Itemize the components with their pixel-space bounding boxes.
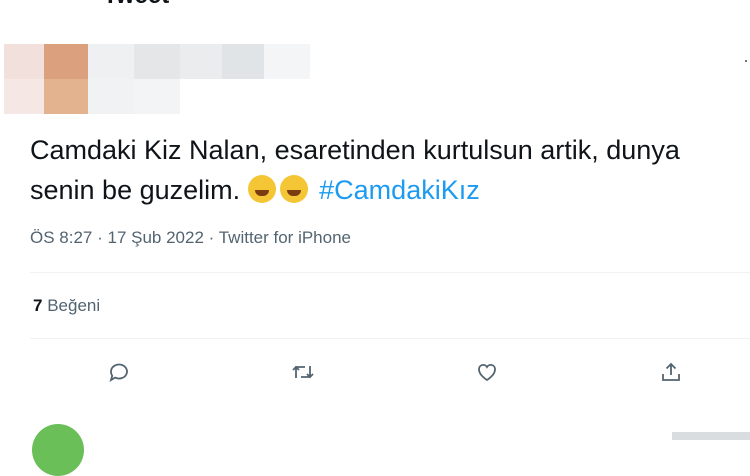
like-icon[interactable] xyxy=(471,356,503,388)
tweet-date[interactable]: 17 Şub 2022 xyxy=(107,228,203,247)
top-bar: ← Tweet xyxy=(0,0,750,10)
tweet-time[interactable]: ÖS 8:27 xyxy=(30,228,92,247)
back-arrow-icon[interactable]: ← xyxy=(28,0,48,7)
hashtag-link[interactable]: #CamdakiKız xyxy=(319,175,480,205)
tweet-line-1: Camdaki Kiz Nalan, esaretinden kurtulsun… xyxy=(30,135,680,165)
likes-label: Beğeni xyxy=(42,296,101,315)
tweet-source[interactable]: Twitter for iPhone xyxy=(219,228,351,247)
tweet-meta: ÖS 8:27 · 17 Şub 2022 · Twitter for iPho… xyxy=(30,228,351,248)
divider xyxy=(30,338,750,339)
author-avatar-blurred[interactable] xyxy=(4,44,310,114)
retweet-icon[interactable] xyxy=(287,356,319,388)
next-reply-avatar[interactable] xyxy=(32,424,84,476)
meta-separator: · xyxy=(92,228,108,247)
reply-icon[interactable] xyxy=(103,356,135,388)
page-title: Tweet xyxy=(103,0,169,10)
share-icon[interactable] xyxy=(655,356,687,388)
tweet-line-2: senin be guzelim. xyxy=(30,175,241,205)
tweet-text: Camdaki Kiz Nalan, esaretinden kurtulsun… xyxy=(30,130,750,210)
laughing-emoji-icon xyxy=(279,175,308,203)
tweet-actions xyxy=(0,356,750,388)
laughing-emoji-icon xyxy=(247,175,276,203)
tweet-line-2-wrap: senin be guzelim. #CamdakiKız xyxy=(30,170,750,210)
divider xyxy=(30,272,750,273)
meta-separator: · xyxy=(203,228,219,247)
next-reply-bar xyxy=(672,432,750,440)
more-options-icon[interactable]: · xyxy=(743,50,749,71)
likes-stat[interactable]: 7 Beğeni xyxy=(33,296,100,316)
